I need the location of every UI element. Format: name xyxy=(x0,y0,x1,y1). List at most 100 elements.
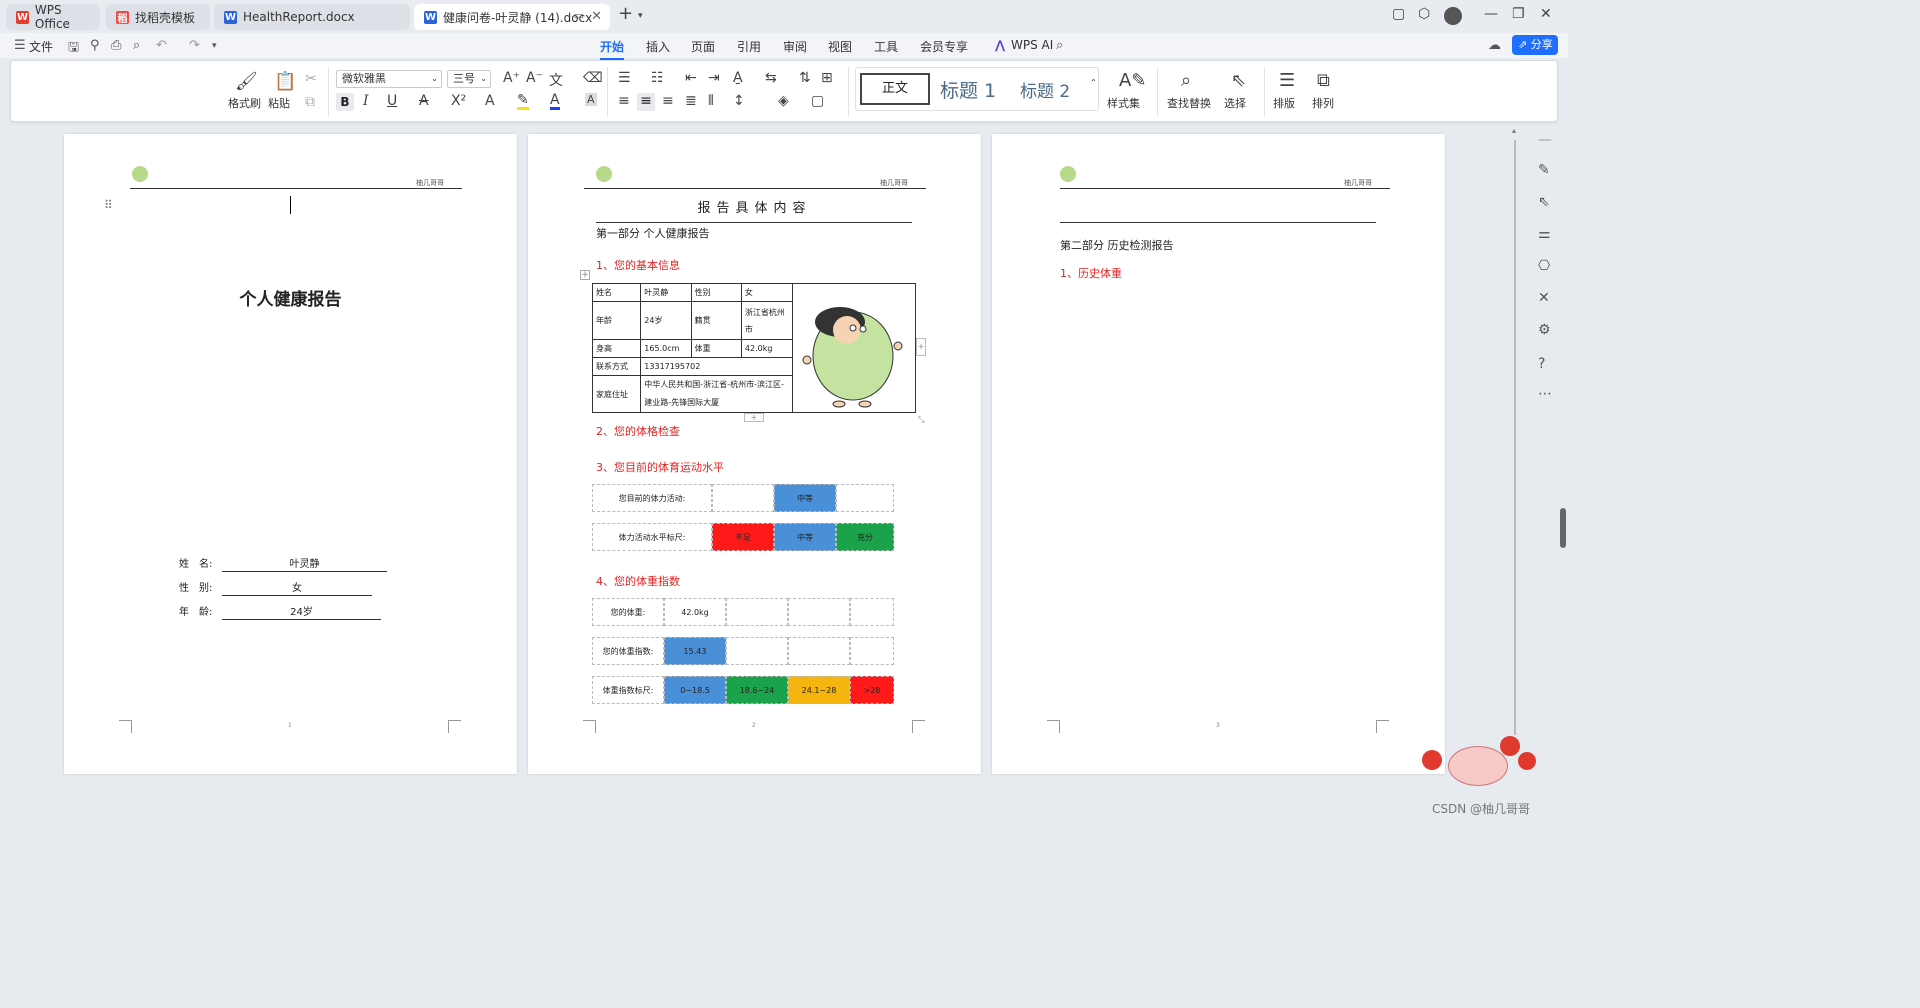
format-painter-icon[interactable]: 🖌 xyxy=(235,71,258,92)
more-chevron-icon[interactable]: ▾ xyxy=(212,41,217,51)
justify-icon[interactable]: ≣ xyxy=(685,93,697,109)
sort-icon[interactable]: ⇅ xyxy=(799,70,811,86)
layout-icon[interactable]: ☰ xyxy=(1279,70,1295,91)
pointer-icon[interactable]: ⇖ xyxy=(1538,194,1550,210)
find-icon[interactable]: ⚲ xyxy=(90,38,100,53)
tab-wps-office[interactable]: W WPS Office xyxy=(6,3,100,31)
page-3[interactable]: 柚几哥哥 第二部分 历史检测报告 1、历史体重 3 xyxy=(992,134,1445,774)
vertical-scrollbar[interactable]: ▴ xyxy=(1510,126,1520,741)
table-move-handle-icon[interactable]: + xyxy=(580,270,590,280)
add-column-icon[interactable]: + xyxy=(916,338,926,356)
tools-icon[interactable]: ✕ xyxy=(1538,290,1550,306)
undo-icon[interactable]: ↶ xyxy=(156,38,167,53)
new-tab-icon[interactable]: + xyxy=(618,3,633,24)
text-direction-icon[interactable]: ⇆ xyxy=(765,70,777,86)
superscript-icon[interactable]: X² xyxy=(451,93,466,109)
sliders-icon[interactable]: ⚌ xyxy=(1538,226,1551,242)
distribute-icon[interactable]: ⫴ xyxy=(708,93,714,109)
menu-member[interactable]: 会员专享 xyxy=(920,38,968,55)
settings-icon[interactable]: ⚙ xyxy=(1538,322,1551,338)
menu-page[interactable]: 页面 xyxy=(691,38,715,55)
menu-tools[interactable]: 工具 xyxy=(874,38,898,55)
tab-healthreport[interactable]: W HealthReport.docx xyxy=(214,4,410,30)
close-window-icon[interactable]: ✕ xyxy=(1540,6,1552,22)
cut-icon[interactable]: ✂ xyxy=(305,71,317,87)
line-spacing-icon[interactable]: ↕ xyxy=(733,93,745,109)
tab-active-document[interactable]: W 健康问卷-叶灵静 (14).docx ▭ ✕ xyxy=(414,4,610,30)
avatar[interactable] xyxy=(1444,7,1462,25)
cube-icon[interactable]: ⬡ xyxy=(1418,6,1430,22)
pen-icon[interactable]: ✎ xyxy=(1538,162,1550,178)
chinese-layout-icon[interactable]: A̱ xyxy=(733,70,743,86)
style-set-icon[interactable]: A✎ xyxy=(1119,70,1146,91)
style-heading-1[interactable]: 标题 1 xyxy=(940,76,996,103)
format-painter-button[interactable]: 格式刷 xyxy=(228,95,261,111)
gallery-scroll-icon[interactable]: ⌃ xyxy=(1090,78,1097,87)
select-button[interactable]: 选择 xyxy=(1224,95,1246,111)
search-icon[interactable]: ⌕ xyxy=(1056,38,1063,53)
save-icon[interactable]: 🖫 xyxy=(68,38,79,60)
align-right-icon[interactable]: ≡ xyxy=(662,93,674,109)
tab-docer[interactable]: 稻 找稻壳模板 xyxy=(106,4,210,30)
menu-review[interactable]: 审阅 xyxy=(783,38,807,55)
menu-insert[interactable]: 插入 xyxy=(646,38,670,55)
char-shading-icon[interactable]: A xyxy=(585,93,597,106)
menu-home[interactable]: 开始 xyxy=(600,38,625,60)
grow-font-icon[interactable]: A⁺ xyxy=(503,70,520,86)
paste-button[interactable]: 粘贴 xyxy=(268,95,290,111)
decrease-indent-icon[interactable]: ⇤ xyxy=(685,70,697,86)
underline-button[interactable]: U xyxy=(387,93,397,109)
style-normal[interactable]: 正文 xyxy=(860,73,930,105)
italic-button[interactable]: I xyxy=(363,93,369,109)
chevron-down-icon[interactable]: ▾ xyxy=(638,11,643,21)
close-tab-icon[interactable]: ✕ xyxy=(591,9,602,24)
add-row-icon[interactable]: + xyxy=(744,413,764,422)
find-replace-icon[interactable]: ⌕ xyxy=(1181,70,1191,91)
help-icon[interactable]: ? xyxy=(1538,356,1545,372)
print-icon[interactable]: ⎙ xyxy=(111,38,121,53)
increase-indent-icon[interactable]: ⇥ xyxy=(708,70,720,86)
shading-icon[interactable]: ◈ xyxy=(778,93,789,109)
highlight-icon[interactable]: ✎ xyxy=(517,93,529,110)
select-icon[interactable]: ⇖ xyxy=(1231,70,1246,91)
copy-icon[interactable]: ⧉ xyxy=(305,94,315,110)
text-effect-icon[interactable]: A xyxy=(485,93,495,109)
align-center-icon[interactable]: ≡ xyxy=(637,93,655,111)
bullet-list-icon[interactable]: ☰ xyxy=(618,70,631,86)
print-preview-icon[interactable]: ⌕ xyxy=(133,38,140,53)
menu-view[interactable]: 视图 xyxy=(828,38,852,55)
menu-reference[interactable]: 引用 xyxy=(737,38,761,55)
monitor-icon[interactable]: ▭ xyxy=(574,9,584,22)
file-menu[interactable]: 文件 xyxy=(29,38,53,55)
layout-button[interactable]: 排版 xyxy=(1273,95,1295,111)
font-name-select[interactable]: 微软雅黑 ⌄ xyxy=(336,70,442,88)
scroll-thumb[interactable] xyxy=(1560,508,1566,548)
style-heading-2[interactable]: 标题 2 xyxy=(1020,77,1070,102)
arrange-button[interactable]: 排列 xyxy=(1312,95,1334,111)
hamburger-icon[interactable]: ☰ xyxy=(14,38,26,53)
align-left-icon[interactable]: ≡ xyxy=(618,93,630,109)
collapse-icon[interactable]: — xyxy=(1538,132,1552,148)
style-set-button[interactable]: 样式集 xyxy=(1107,95,1140,111)
phonetic-icon[interactable]: 文 xyxy=(549,70,563,90)
show-marks-icon[interactable]: ⊞ xyxy=(821,70,833,86)
bold-button[interactable]: B xyxy=(336,93,354,111)
more-icon[interactable]: ⋯ xyxy=(1538,386,1552,402)
comment-icon[interactable]: ☁ xyxy=(1488,38,1501,53)
strikethrough-icon[interactable]: A xyxy=(419,93,429,109)
shrink-font-icon[interactable]: A⁻ xyxy=(526,70,543,86)
numbered-list-icon[interactable]: ☷ xyxy=(651,70,664,86)
page-1[interactable]: 柚几哥哥 ⠿ 个人健康报告 姓 名: 叶灵静 性 别: 女 年 龄: 24岁 1 xyxy=(64,134,517,774)
paste-icon[interactable]: 📋 xyxy=(274,71,296,92)
arrange-icon[interactable]: ⧉ xyxy=(1317,70,1330,91)
clear-format-icon[interactable]: ⌫ xyxy=(583,70,603,86)
font-size-select[interactable]: 三号 ⌄ xyxy=(447,70,491,88)
find-replace-button[interactable]: 查找替换 xyxy=(1167,95,1211,111)
wps-ai-button[interactable]: WPS AI xyxy=(1011,38,1053,52)
image-edit-icon[interactable]: ⎔ xyxy=(1538,258,1550,274)
drag-handle-icon[interactable]: ⠿ xyxy=(104,198,113,212)
font-color-icon[interactable]: A xyxy=(550,93,560,110)
window-icon[interactable]: ▢ xyxy=(1392,6,1405,22)
scroll-up-icon[interactable]: ▴ xyxy=(1512,126,1516,135)
table-resize-icon[interactable]: ⤡ xyxy=(918,415,924,425)
